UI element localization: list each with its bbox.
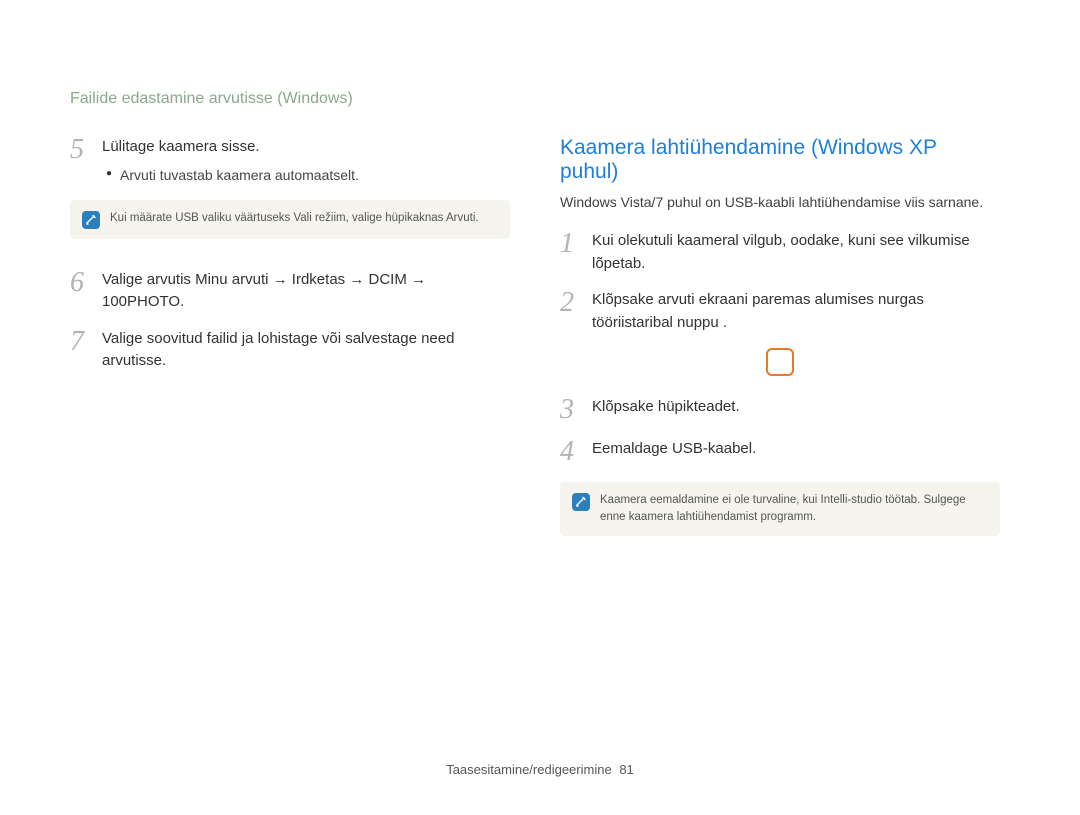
step-body: Valige arvutis Minu arvuti → Irdketas → … — [102, 269, 510, 314]
step-number: 1 — [560, 230, 582, 275]
step-body: Valige soovitud failid ja lohistage või … — [102, 328, 510, 373]
step-4: 4 Eemaldage USB-kaabel. — [560, 438, 1000, 466]
step-body: Kui olekutuli kaameral vilgub, oodake, k… — [592, 230, 1000, 275]
step-body: Klõpsake hüpikteadet. — [592, 396, 740, 424]
note-icon — [82, 211, 100, 229]
bullet-dot-icon: ● — [106, 165, 112, 186]
section-heading: Kaamera lahtiühendamine (Windows XP puhu… — [560, 136, 1000, 184]
eject-icon — [766, 348, 794, 376]
note-box-left: Kui määrate USB valiku väärtuseks Vali r… — [70, 200, 510, 239]
step-body: Eemaldage USB-kaabel. — [592, 438, 756, 466]
step-number: 4 — [560, 438, 582, 466]
footer-section: Taasesitamine/redigeerimine — [446, 762, 611, 777]
eject-icon-wrap — [560, 348, 1000, 376]
step-5: 5 Lülitage kaamera sisse. ● Arvuti tuvas… — [70, 136, 510, 186]
step-number: 6 — [70, 269, 92, 314]
step6-suffix: . — [180, 293, 184, 310]
step-number: 2 — [560, 289, 582, 334]
step-1: 1 Kui olekutuli kaameral vilgub, oodake,… — [560, 230, 1000, 275]
note-box-right: Kaamera eemaldamine ei ole turvaline, ku… — [560, 482, 1000, 535]
note-icon — [572, 493, 590, 511]
step6-prefix: Valige arvutis — [102, 271, 195, 288]
step-title: Lülitage kaamera sisse. — [102, 136, 359, 159]
content-columns: 5 Lülitage kaamera sisse. ● Arvuti tuvas… — [70, 136, 1010, 566]
breadcrumb: Failide edastamine arvutisse (Windows) — [70, 90, 1010, 108]
bullet-row: ● Arvuti tuvastab kaamera automaatselt. — [106, 165, 359, 186]
step-body: Klõpsake arvuti ekraani paremas alumises… — [592, 289, 1000, 334]
step-number: 5 — [70, 136, 92, 186]
section-intro: Windows Vista/7 puhul on USB-kaabli laht… — [560, 192, 1000, 212]
step-number: 3 — [560, 396, 582, 424]
step-body: Lülitage kaamera sisse. ● Arvuti tuvasta… — [102, 136, 359, 186]
left-column: 5 Lülitage kaamera sisse. ● Arvuti tuvas… — [70, 136, 510, 566]
note-text: Kui määrate USB valiku väärtuseks Vali r… — [110, 210, 479, 227]
right-column: Kaamera lahtiühendamine (Windows XP puhu… — [560, 136, 1000, 566]
step-number: 7 — [70, 328, 92, 373]
footer-page-number: 81 — [619, 762, 633, 777]
bullet-text: Arvuti tuvastab kaamera automaatselt. — [120, 165, 359, 186]
step-2: 2 Klõpsake arvuti ekraani paremas alumis… — [560, 289, 1000, 334]
page-footer: Taasesitamine/redigeerimine 81 — [0, 762, 1080, 777]
note-text: Kaamera eemaldamine ei ole turvaline, ku… — [600, 492, 988, 525]
step-3: 3 Klõpsake hüpikteadet. — [560, 396, 1000, 424]
step-6: 6 Valige arvutis Minu arvuti → Irdketas … — [70, 269, 510, 314]
step-7: 7 Valige soovitud failid ja lohistage võ… — [70, 328, 510, 373]
